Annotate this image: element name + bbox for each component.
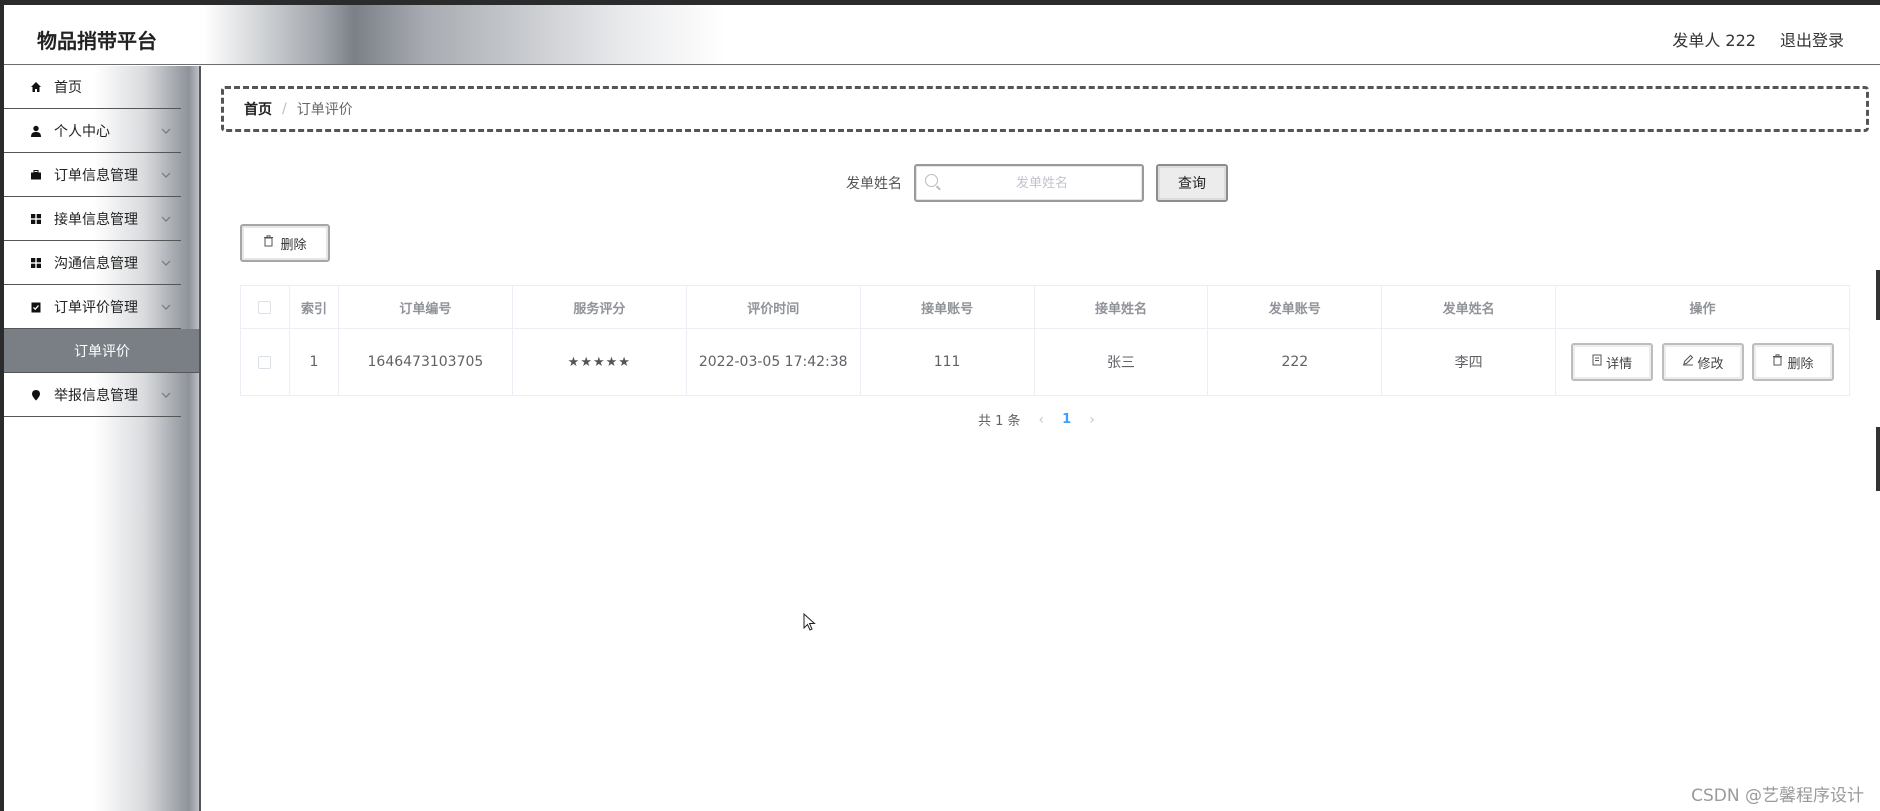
column-header: 服务评分 — [511, 285, 687, 329]
detail-label: 详情 — [1606, 356, 1633, 372]
sidebar-divider — [199, 66, 201, 811]
chevron-down-icon — [161, 255, 171, 269]
cell-eval-time: 2022-03-05 17:42:38 — [685, 328, 861, 396]
bulk-delete-label: 删除 — [280, 237, 307, 253]
header-right: 发单人 222 退出登录 — [1672, 27, 1844, 51]
trash-icon — [1772, 354, 1783, 370]
grid-icon — [28, 255, 44, 271]
sidebar: 首页 个人中心 订单信息管理 接单信息管理 沟通信息管理 订单评价管理 订单评价… — [4, 66, 200, 811]
top-header: 物品捎带平台 发单人 222 退出登录 — [4, 5, 1880, 65]
breadcrumb-current: 订单评价 — [296, 102, 353, 118]
cell-index: 1 — [288, 328, 339, 396]
column-header: 发单账号 — [1207, 285, 1383, 329]
column-header: 订单编号 — [337, 285, 513, 329]
grid-icon — [28, 211, 44, 227]
sidebar-subitem-label: 订单评价 — [74, 343, 130, 360]
pin-icon — [28, 387, 44, 403]
page-number-current[interactable]: 1 — [1062, 412, 1071, 427]
table-row: 1 1646473103705 ★★★★★ 2022-03-05 17:42:3… — [240, 328, 1850, 396]
chevron-down-icon — [161, 123, 171, 137]
select-all-checkbox[interactable] — [258, 300, 272, 314]
sidebar-item-label: 订单信息管理 — [54, 167, 138, 184]
search-input[interactable] — [944, 166, 1140, 200]
chevron-down-icon — [161, 299, 171, 313]
detail-button[interactable]: 详情 — [1571, 343, 1654, 381]
chevron-down-icon — [161, 387, 171, 401]
column-header: 评价时间 — [685, 285, 861, 329]
home-icon — [28, 79, 44, 95]
edit-icon — [1682, 354, 1694, 370]
user-icon — [28, 123, 44, 139]
sidebar-subitem-order-review[interactable]: 订单评价 — [4, 329, 200, 373]
breadcrumb: 首页 / 订单评价 — [221, 86, 1869, 132]
cell-taker-account: 111 — [859, 328, 1035, 396]
watermark: CSDN @艺馨程序设计 — [1691, 786, 1864, 806]
sidebar-item-label: 沟通信息管理 — [54, 255, 138, 272]
query-button[interactable]: 查询 — [1156, 164, 1228, 202]
logout-button[interactable]: 退出登录 — [1780, 27, 1844, 51]
select-all-cell — [240, 285, 290, 329]
current-user: 发单人 222 — [1672, 31, 1756, 50]
edit-label: 修改 — [1697, 356, 1724, 372]
cell-order-no: 1646473103705 — [337, 328, 513, 396]
row-delete-label: 删除 — [1787, 356, 1814, 372]
row-checkbox[interactable] — [258, 355, 272, 369]
column-header: 操作 — [1555, 285, 1850, 329]
cell-taker-name: 张三 — [1033, 328, 1209, 396]
app-window: 物品捎带平台 发单人 222 退出登录 首页 个人中心 订单信息管理 接单信息管… — [0, 0, 1880, 811]
sidebar-item-home[interactable]: 首页 — [4, 66, 181, 109]
table-header-row: 索引 订单编号 服务评分 评价时间 接单账号 接单姓名 发单账号 发单姓名 操作 — [240, 285, 1850, 329]
column-header: 发单姓名 — [1381, 285, 1557, 329]
cell-rating: ★★★★★ — [511, 328, 687, 396]
cell-sender-account: 222 — [1207, 328, 1383, 396]
search-bar: 发单姓名 查询 — [846, 164, 1228, 202]
row-delete-button[interactable]: 删除 — [1752, 343, 1834, 381]
prev-page-button[interactable]: ‹ — [1039, 412, 1045, 428]
sidebar-item-accept-orders[interactable]: 接单信息管理 — [4, 197, 181, 241]
sidebar-item-label: 订单评价管理 — [54, 299, 138, 316]
clipboard-check-icon — [28, 299, 44, 315]
chevron-down-icon — [161, 167, 171, 181]
trash-icon — [263, 235, 274, 251]
document-icon — [1592, 354, 1602, 370]
cell-actions: 详情 修改 删除 — [1555, 328, 1850, 396]
cell-sender-name: 李四 — [1381, 328, 1557, 396]
sidebar-item-profile[interactable]: 个人中心 — [4, 109, 181, 153]
sidebar-item-reports[interactable]: 举报信息管理 — [4, 373, 181, 417]
sidebar-item-communication[interactable]: 沟通信息管理 — [4, 241, 181, 285]
reviews-table: 索引 订单编号 服务评分 评价时间 接单账号 接单姓名 发单账号 发单姓名 操作… — [240, 285, 1850, 396]
search-field — [914, 164, 1144, 202]
sidebar-item-orders[interactable]: 订单信息管理 — [4, 153, 181, 197]
chevron-down-icon — [161, 211, 171, 225]
next-page-button[interactable]: › — [1089, 412, 1095, 428]
column-header: 索引 — [288, 285, 339, 329]
breadcrumb-separator: / — [282, 101, 287, 117]
sidebar-item-order-reviews[interactable]: 订单评价管理 — [4, 285, 181, 329]
briefcase-icon — [28, 167, 44, 183]
sidebar-item-label: 举报信息管理 — [54, 387, 138, 404]
row-select-cell — [240, 328, 290, 396]
pagination: 共 1 条 ‹ 1 › — [978, 410, 1095, 430]
column-header: 接单账号 — [859, 285, 1035, 329]
edit-button[interactable]: 修改 — [1661, 343, 1744, 381]
breadcrumb-home[interactable]: 首页 — [244, 99, 272, 119]
bulk-delete-button[interactable]: 删除 — [240, 224, 330, 262]
scroll-indicator — [1876, 270, 1880, 320]
sidebar-item-label: 接单信息管理 — [54, 211, 138, 228]
search-icon — [925, 174, 938, 187]
rating-stars: ★★★★★ — [567, 355, 631, 370]
mouse-cursor-icon — [803, 613, 816, 631]
sidebar-item-label: 首页 — [54, 80, 82, 96]
search-label: 发单姓名 — [846, 176, 902, 192]
pagination-total: 共 1 条 — [978, 414, 1021, 429]
app-brand: 物品捎带平台 — [37, 29, 157, 53]
column-header: 接单姓名 — [1033, 285, 1209, 329]
scroll-indicator — [1876, 427, 1880, 491]
sidebar-item-label: 个人中心 — [54, 123, 110, 140]
